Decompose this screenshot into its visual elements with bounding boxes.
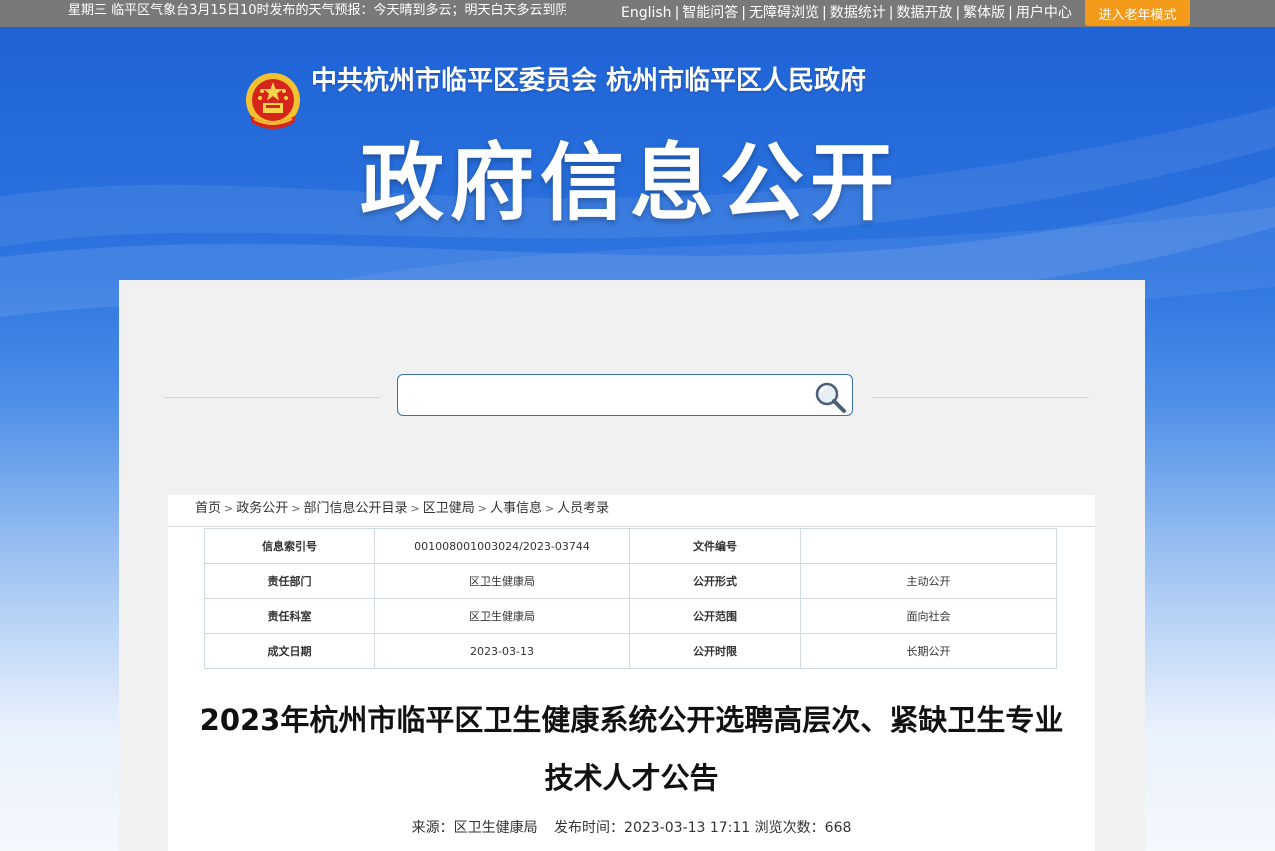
link-separator: | [741,5,746,21]
meta-key: 公开形式 [629,563,801,599]
article-title-line1: 2023年杭州市临平区卫生健康系统公开选聘高层次、紧缺卫生专业 [199,703,1064,737]
source-label: 来源： [411,820,454,836]
breadcrumb-divider [168,526,1095,527]
table-row: 信息索引号 001008001003024/2023-03744 文件编号 [204,528,1057,564]
link-separator: | [1008,5,1013,21]
link-separator: | [888,5,894,21]
elder-mode-button[interactable]: 进入老年模式 [1085,0,1190,26]
breadcrumb-recruitment[interactable]: 人员考录 [557,501,609,516]
breadcrumb: 首页 > 政务公开 > 部门信息公开目录 > 区卫健局 > 人事信息 > 人员考录 [195,501,609,517]
meta-value: 区卫生健康局 [374,563,630,599]
views-label: 浏览次数： [754,820,825,836]
link-english[interactable]: English [621,3,672,24]
meta-value [800,528,1057,564]
meta-key: 成文日期 [204,633,375,669]
breadcrumb-separator: > [410,502,420,515]
article-title: 2023年杭州市临平区卫生健康系统公开选聘高层次、紧缺卫生专业 技术人才公告 [168,691,1095,807]
meta-value: 主动公开 [800,563,1057,599]
meta-key: 信息索引号 [204,528,375,564]
government-name: 中共杭州市临平区委员会 杭州市临平区人民政府 [311,66,867,96]
article-meta-line: 来源：区卫生健康局 发布时间：2023-03-13 17:11 浏览次数：668 [168,817,1095,837]
meta-key: 文件编号 [629,528,801,564]
article-panel: 首页 > 政务公开 > 部门信息公开目录 > 区卫健局 > 人事信息 > 人员考录 信息索引号 00… [168,495,1095,851]
breadcrumb-separator: > [291,502,301,515]
breadcrumb-separator: > [477,502,487,515]
breadcrumb-gov-affairs[interactable]: 政务公开 [236,501,288,516]
link-accessibility[interactable]: 无障碍浏览 [749,3,819,24]
meta-value: 面向社会 [800,598,1057,634]
breadcrumb-separator: > [224,502,234,515]
link-smart-qa[interactable]: 智能问答 [682,3,738,24]
meta-key: 责任科室 [204,598,375,634]
meta-value: 001008001003024/2023-03744 [374,528,630,564]
weather-ticker: 星期三 临平区气象台3月15日10时发布的天气预报：今天晴到多云；明天白天多云到… [68,3,566,18]
meta-value: 2023-03-13 [374,633,630,669]
table-row: 成文日期 2023-03-13 公开时限 长期公开 [204,633,1057,669]
breadcrumb-health-bureau[interactable]: 区卫健局 [423,501,475,516]
meta-value: 长期公开 [800,633,1057,669]
meta-value: 区卫生健康局 [374,598,630,634]
link-separator: | [674,5,680,21]
publish-label: 发布时间： [554,820,625,836]
national-emblem-icon [246,73,300,129]
search-box [397,374,853,416]
meta-key: 公开时限 [629,633,801,669]
link-statistics[interactable]: 数据统计 [830,3,886,24]
top-bar: 星期三 临平区气象台3月15日10时发布的天气预报：今天晴到多云；明天白天多云到… [0,0,1275,27]
meta-key: 责任部门 [204,563,375,599]
meta-key: 公开范围 [629,598,801,634]
breadcrumb-personnel-info[interactable]: 人事信息 [490,501,542,516]
metadata-table: 信息索引号 001008001003024/2023-03744 文件编号 责任… [204,528,1057,669]
views-count: 668 [824,820,852,836]
source-value: 区卫生健康局 [453,820,538,836]
content-card: 首页 > 政务公开 > 部门信息公开目录 > 区卫健局 > 人事信息 > 人员考录 信息索引号 00… [119,280,1145,851]
search-input[interactable] [408,380,807,412]
link-separator: | [822,5,827,21]
link-separator: | [955,5,961,21]
breadcrumb-dept-catalog[interactable]: 部门信息公开目录 [303,501,407,516]
breadcrumb-home[interactable]: 首页 [195,501,221,516]
breadcrumb-separator: > [544,502,555,515]
banner-title: 政府信息公开 [360,134,901,232]
top-links: English | 智能问答 | 无障碍浏览 | 数据统计 | 数据开放 | 繁… [621,0,1072,27]
table-row: 责任部门 区卫生健康局 公开形式 主动公开 [204,563,1057,599]
search-divider-right [873,397,1089,398]
search-divider-left [164,397,380,398]
link-traditional-chinese[interactable]: 繁体版 [963,3,1005,24]
article-title-line2: 技术人才公告 [544,761,719,795]
search-icon[interactable] [813,380,849,416]
publish-time: 2023-03-13 17:11 [624,820,751,836]
link-user-center[interactable]: 用户中心 [1016,3,1072,24]
table-row: 责任科室 区卫生健康局 公开范围 面向社会 [204,598,1057,634]
link-open-data[interactable]: 数据开放 [896,3,952,24]
